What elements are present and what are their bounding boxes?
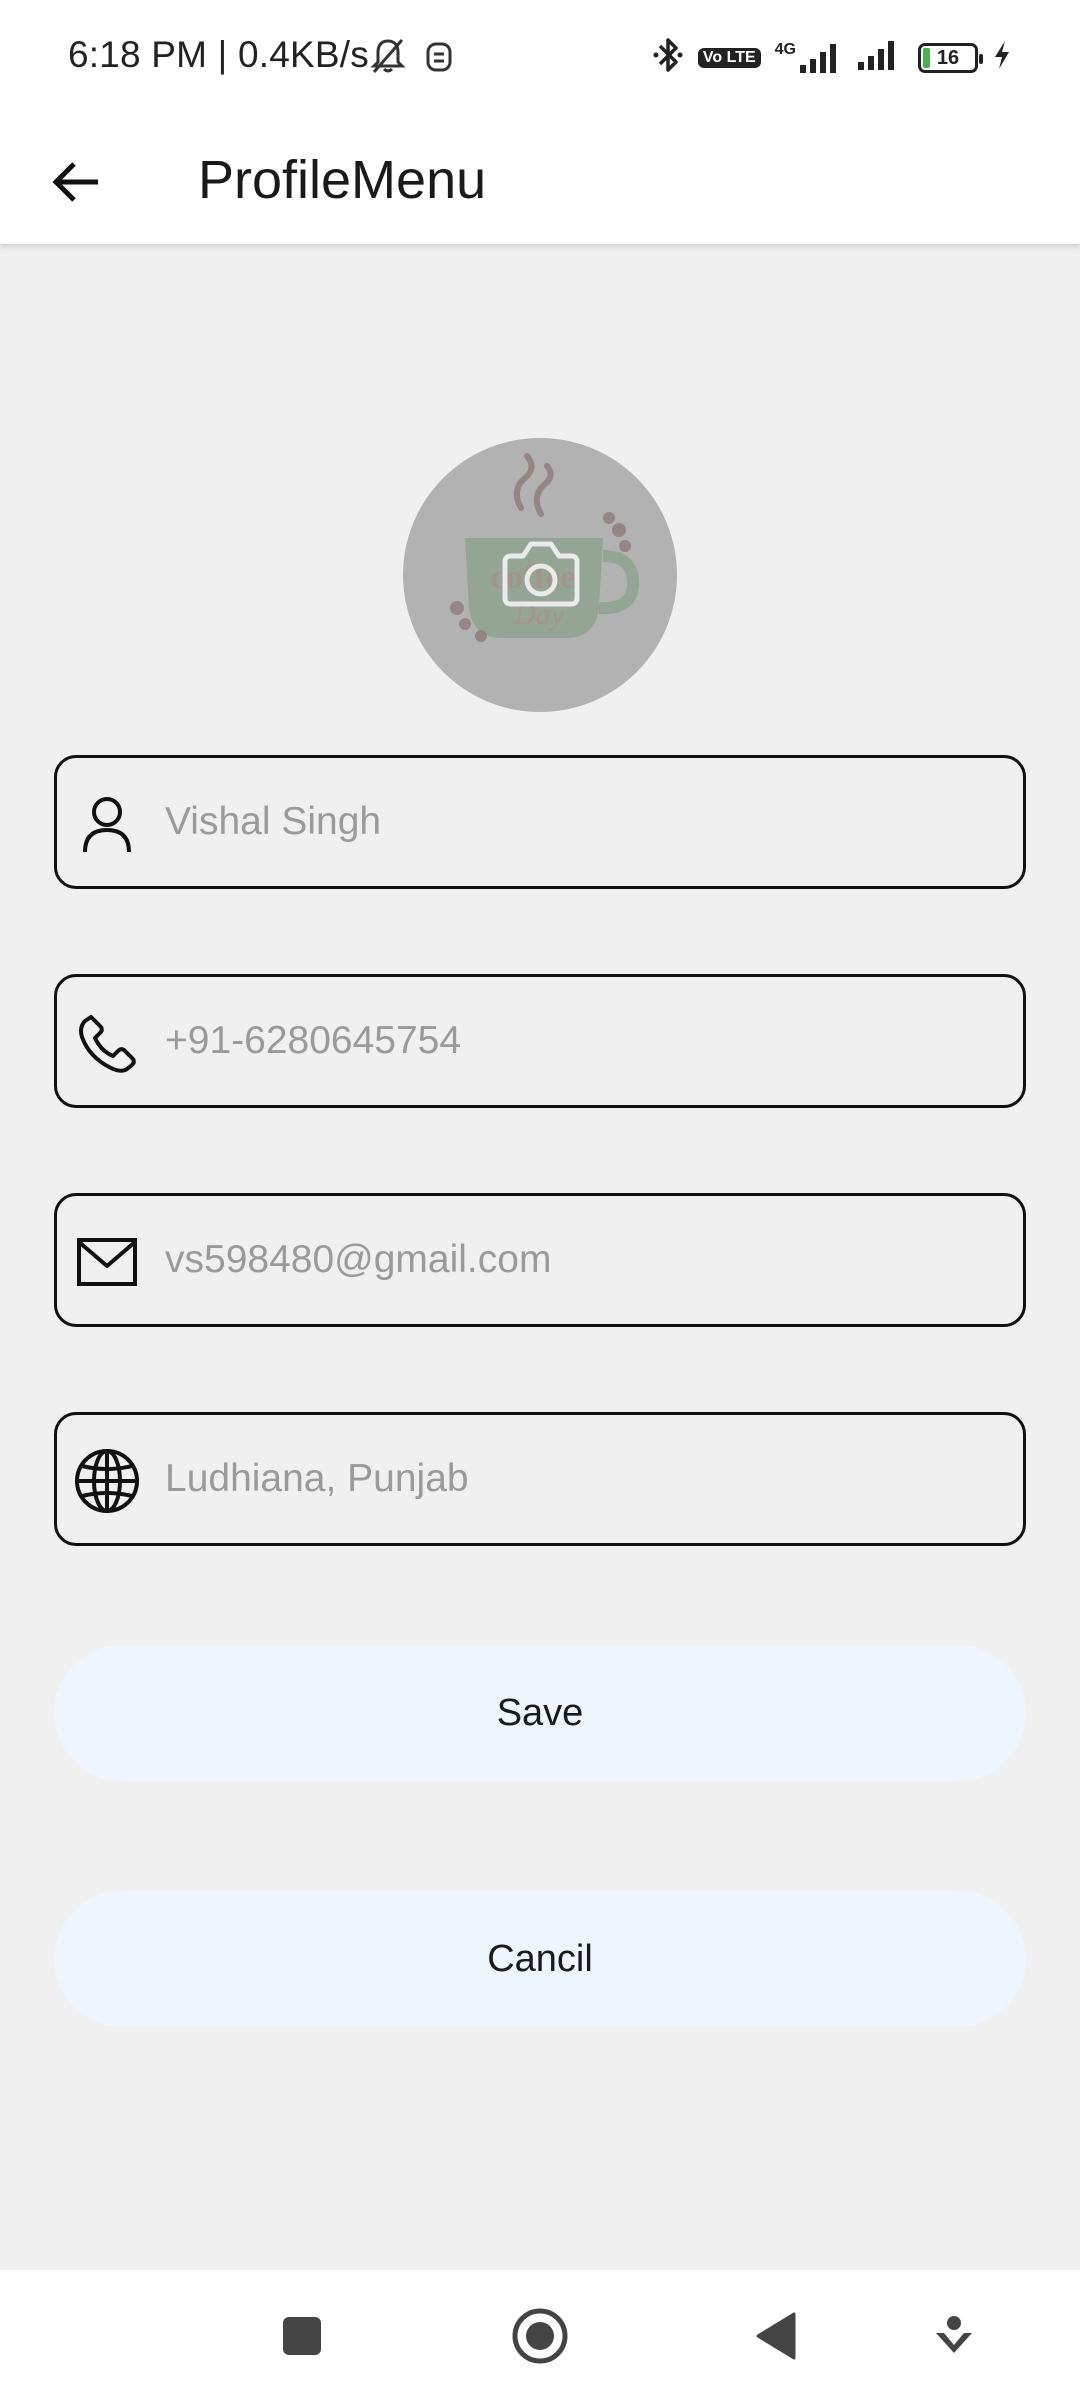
menu-icon	[936, 2316, 972, 2353]
nav-back-button[interactable]	[738, 2298, 814, 2374]
recents-icon	[283, 2317, 321, 2355]
phone-input[interactable]	[165, 977, 1005, 1105]
recents-button[interactable]	[264, 2298, 340, 2374]
volte-icon: Vo LTE	[697, 47, 761, 68]
save-button[interactable]: Save	[54, 1645, 1026, 1781]
cancel-button[interactable]: Cancil	[54, 1891, 1026, 2027]
home-button[interactable]	[502, 2298, 578, 2374]
bell-muted-icon	[368, 36, 408, 81]
globe-icon	[71, 1445, 143, 1517]
person-icon	[71, 788, 143, 860]
location-input[interactable]	[165, 1415, 1005, 1543]
charging-icon	[992, 39, 1012, 76]
menu-button[interactable]	[916, 2298, 992, 2374]
status-bar: 6:18 PM | 0.4KB/s Vo LTE 4G 16	[0, 0, 1080, 118]
name-field[interactable]	[54, 755, 1026, 889]
status-time: 6:18 PM | 0.4KB/s	[68, 34, 369, 75]
profile-avatar[interactable]: coffee Day	[403, 438, 677, 712]
camera-icon	[502, 541, 580, 607]
location-field[interactable]	[54, 1412, 1026, 1546]
email-input[interactable]	[165, 1196, 1005, 1324]
battery-level: 16	[936, 46, 960, 69]
status-right-icons: Vo LTE 4G 16	[652, 36, 1012, 79]
signal-icon	[856, 38, 904, 77]
sim-icon	[424, 40, 454, 79]
email-field[interactable]	[54, 1193, 1026, 1327]
home-icon	[512, 2308, 568, 2364]
mail-icon	[71, 1226, 143, 1298]
page-title: ProfileMenu	[198, 150, 487, 210]
signal-4g-icon: 4G	[775, 41, 842, 75]
system-nav-bar	[0, 2270, 1080, 2400]
battery-icon: 16	[918, 42, 983, 73]
bluetooth-icon	[652, 36, 684, 79]
avatar[interactable]: coffee Day	[403, 438, 677, 712]
app-bar: ProfileMenu	[0, 118, 1080, 244]
phone-field[interactable]	[54, 974, 1026, 1108]
network-type-label: 4G	[774, 40, 796, 58]
phone-icon	[71, 1007, 143, 1079]
arrow-left-icon	[52, 162, 98, 202]
name-input[interactable]	[165, 758, 1005, 886]
back-button[interactable]	[40, 146, 112, 218]
back-icon	[756, 2312, 796, 2360]
